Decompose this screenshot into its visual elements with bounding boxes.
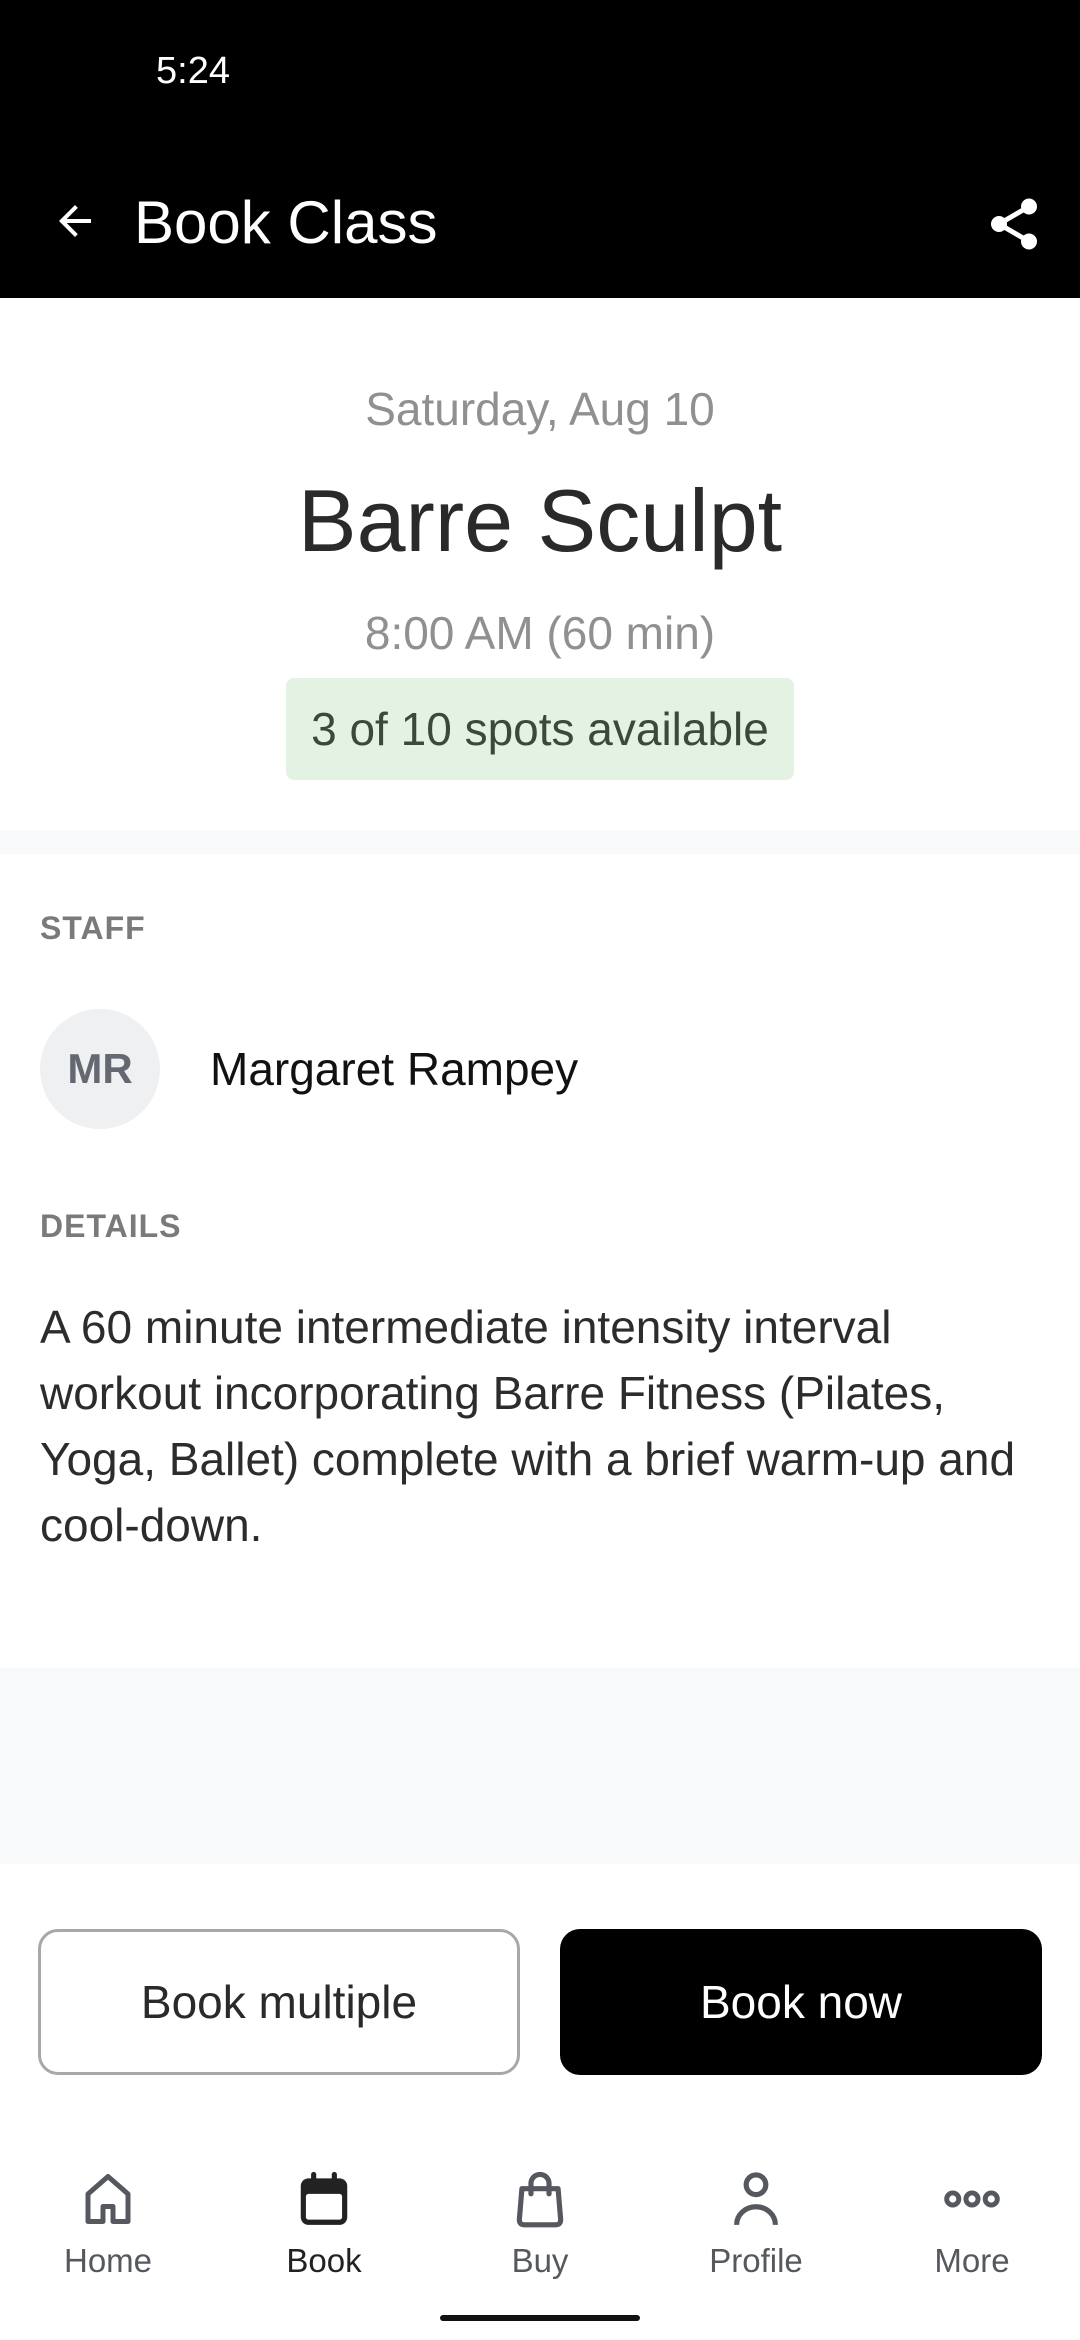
home-indicator[interactable] bbox=[440, 2315, 640, 2321]
nav-label: Profile bbox=[709, 2242, 803, 2279]
avatar: MR bbox=[40, 1009, 160, 1129]
staff-section-label: STAFF bbox=[40, 910, 146, 946]
status-bar: 5:24 bbox=[0, 0, 1080, 150]
staff-name: Margaret Rampey bbox=[210, 1043, 579, 1095]
nav-label: Buy bbox=[511, 2242, 569, 2279]
nav-item-profile[interactable]: Profile bbox=[648, 2140, 864, 2290]
details-section-label: DETAILS bbox=[40, 1208, 182, 1244]
app-bar: Book Class bbox=[0, 150, 1080, 298]
calendar-icon bbox=[289, 2164, 359, 2234]
nav-label: More bbox=[934, 2242, 1010, 2279]
share-button[interactable] bbox=[976, 186, 1052, 262]
nav-label: Home bbox=[63, 2242, 153, 2279]
nav-label: Book bbox=[286, 2242, 362, 2279]
class-header: Saturday, Aug 10 Barre Sculpt 8:00 AM (6… bbox=[0, 298, 1080, 830]
share-icon bbox=[991, 198, 1037, 250]
class-time: 8:00 AM (60 min) bbox=[364, 607, 716, 659]
home-icon bbox=[73, 2164, 143, 2234]
nav-item-book[interactable]: Book bbox=[216, 2140, 432, 2290]
spots-available-badge: 3 of 10 spots available bbox=[286, 678, 794, 780]
class-description: A 60 minute intermediate intensity inter… bbox=[40, 1301, 1016, 1551]
more-horizontal-icon bbox=[937, 2164, 1007, 2234]
page-title: Book Class bbox=[134, 189, 438, 256]
shopping-bag-icon bbox=[505, 2164, 575, 2234]
book-multiple-button[interactable]: Book multiple bbox=[38, 1929, 520, 2075]
person-icon bbox=[721, 2164, 791, 2234]
nav-item-more[interactable]: More bbox=[864, 2140, 1080, 2290]
class-name: Barre Sculpt bbox=[297, 471, 783, 570]
nav-item-buy[interactable]: Buy bbox=[432, 2140, 648, 2290]
spacer-area bbox=[0, 1668, 1080, 1864]
section-divider bbox=[0, 830, 1080, 854]
class-date: Saturday, Aug 10 bbox=[365, 383, 715, 435]
book-now-button[interactable]: Book now bbox=[560, 1929, 1042, 2075]
bottom-nav: Home Book Buy Profile More bbox=[0, 2140, 1080, 2290]
status-time: 5:24 bbox=[156, 50, 230, 92]
staff-row[interactable]: MR Margaret Rampey bbox=[40, 1008, 1040, 1130]
arrow-left-icon bbox=[59, 205, 91, 237]
back-button[interactable] bbox=[40, 186, 110, 256]
nav-item-home[interactable]: Home bbox=[0, 2140, 216, 2290]
